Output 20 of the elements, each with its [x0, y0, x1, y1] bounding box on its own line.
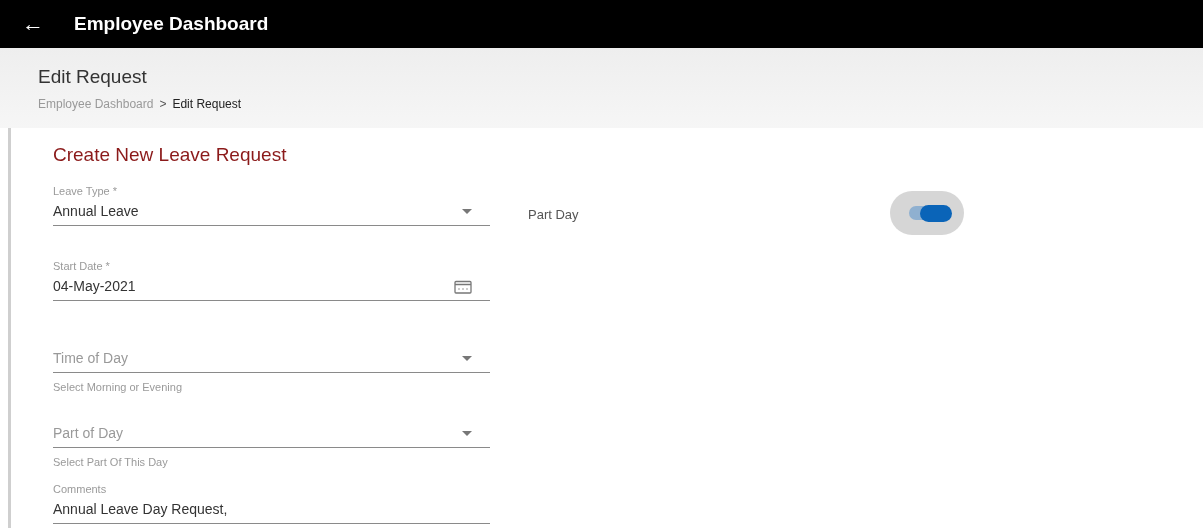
field-label: Comments	[53, 482, 108, 496]
form-title: Create New Leave Request	[53, 143, 288, 167]
field-label: Start Date *	[53, 259, 111, 273]
dropdown-caret-icon	[462, 209, 472, 214]
input-field[interactable]: Annual Leave Day Request,	[53, 496, 490, 524]
calendar-icon	[454, 279, 472, 294]
page-title: Edit Request	[38, 65, 148, 89]
date-field[interactable]: 04-May-2021	[53, 273, 490, 301]
breadcrumb-link[interactable]: Edit Request	[172, 94, 242, 113]
helper-text: Select Morning or Evening	[53, 381, 183, 394]
breadcrumb-separator: >	[159, 95, 167, 113]
back-button[interactable]: ←	[22, 13, 44, 35]
dropdown-caret-icon	[462, 356, 472, 361]
field-label: Leave Type *	[53, 184, 118, 198]
dropdown-caret-icon	[462, 431, 472, 436]
toggle-switch[interactable]	[890, 191, 964, 235]
select-field[interactable]: Annual Leave	[53, 198, 490, 226]
app-title: Employee Dashboard	[74, 11, 269, 36]
toggle-label: Part Day	[528, 206, 580, 224]
helper-text: Select Part Of This Day	[53, 456, 169, 469]
